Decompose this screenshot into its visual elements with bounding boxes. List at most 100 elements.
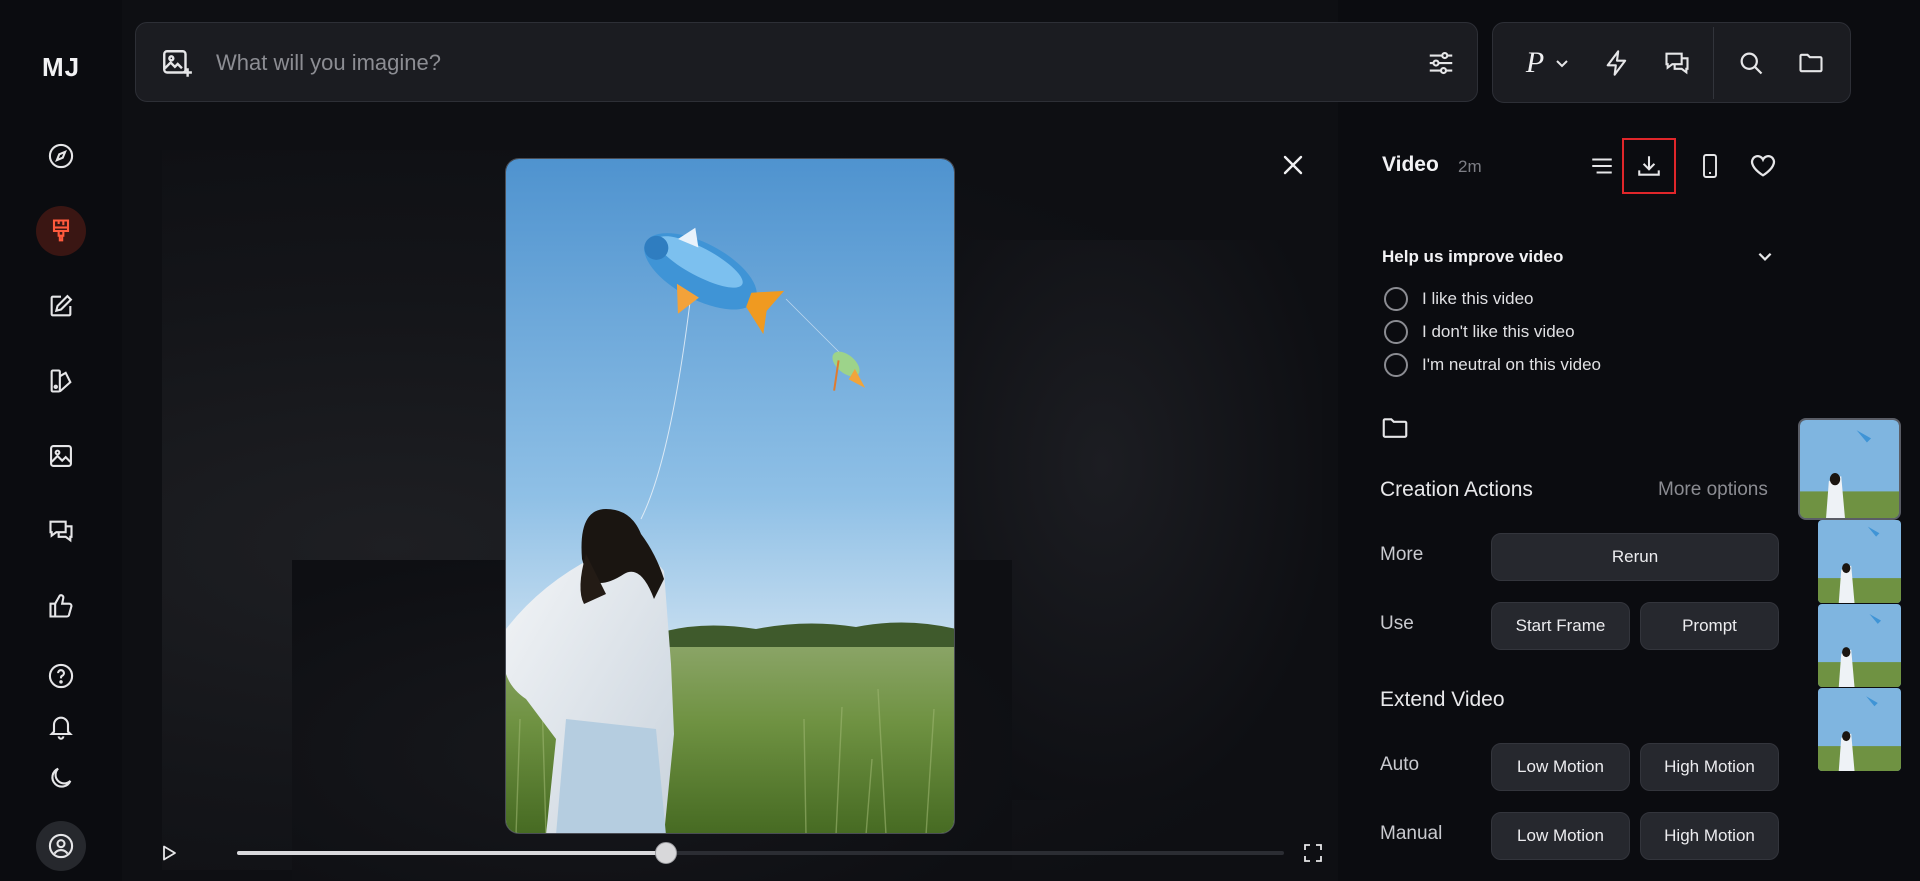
create-nav-button[interactable] [36, 206, 86, 256]
video-progress-fill [237, 851, 667, 855]
prompt-details-button[interactable] [1582, 146, 1622, 186]
fullscreen-button[interactable] [1296, 836, 1330, 870]
chevron-down-icon [1758, 252, 1772, 261]
manual-row-label: Manual [1380, 823, 1443, 844]
folder-icon[interactable] [1380, 413, 1410, 443]
like-button[interactable] [1743, 146, 1783, 186]
lines-icon [1592, 158, 1612, 174]
pencil-edit-icon [50, 294, 73, 317]
feedback-title: Help us improve video [1382, 247, 1564, 266]
use-row-label: Use [1380, 613, 1414, 634]
settings-button[interactable] [1423, 45, 1459, 81]
feedback-option-label: I like this video [1422, 289, 1534, 308]
download-button[interactable] [1622, 138, 1676, 194]
feedback-option-label: I'm neutral on this video [1422, 355, 1602, 374]
extend-video-title: Extend Video [1380, 688, 1505, 711]
thumbnail-image [1818, 688, 1901, 771]
chat-mode-button[interactable] [1657, 43, 1697, 83]
play-button[interactable] [152, 836, 186, 870]
tools-bar: P [1492, 22, 1851, 103]
help-nav-button[interactable] [41, 656, 81, 696]
palette-book-icon [50, 369, 72, 393]
feedback-collapse-button[interactable] [1752, 243, 1778, 269]
video-viewer [122, 0, 1338, 881]
chat-nav-button[interactable] [41, 511, 81, 551]
search-button[interactable] [1731, 43, 1771, 83]
video-progress-track[interactable] [237, 842, 1284, 864]
account-button[interactable] [36, 821, 86, 871]
folders-button[interactable] [1791, 43, 1831, 83]
add-image-icon[interactable] [160, 47, 194, 81]
manual-high-motion-button[interactable]: High Motion [1640, 812, 1779, 860]
feedback-option-neutral[interactable]: I'm neutral on this video [1384, 351, 1601, 379]
speed-button[interactable] [1597, 43, 1637, 83]
user-circle-icon [48, 833, 74, 859]
thumbs-up-icon [49, 594, 73, 618]
logo[interactable]: MJ [0, 52, 122, 83]
personalize-label: P [1525, 46, 1545, 79]
thumbnail-3[interactable] [1818, 604, 1901, 687]
radio-button[interactable] [1384, 353, 1408, 377]
toolbar-divider [1713, 27, 1714, 99]
folder-icon [1799, 53, 1823, 73]
download-icon [1638, 156, 1660, 176]
feedback-option-like[interactable]: I like this video [1384, 285, 1534, 313]
prompt-button[interactable]: Prompt [1640, 602, 1779, 650]
edit-nav-button[interactable] [41, 286, 81, 326]
more-options-link[interactable]: More options [1658, 479, 1818, 501]
feedback-option-label: I don't like this video [1422, 322, 1575, 341]
manual-low-motion-button[interactable]: Low Motion [1491, 812, 1630, 860]
rerun-button[interactable]: Rerun [1491, 533, 1779, 581]
radio-button[interactable] [1384, 287, 1408, 311]
auto-low-motion-button[interactable]: Low Motion [1491, 743, 1630, 791]
start-frame-button[interactable]: Start Frame [1491, 602, 1630, 650]
moon-icon [51, 767, 72, 788]
thumbnail-4[interactable] [1818, 688, 1901, 771]
phone-icon [1703, 154, 1717, 178]
close-viewer-button[interactable] [1278, 150, 1308, 180]
sidebar: MJ [0, 0, 122, 881]
auto-high-motion-button[interactable]: High Motion [1640, 743, 1779, 791]
explore-nav-button[interactable] [41, 136, 81, 176]
video-frame[interactable] [505, 158, 955, 834]
tasks-nav-button[interactable] [41, 586, 81, 626]
thumbnail-image [1818, 520, 1901, 603]
chat-bubbles-icon [49, 520, 73, 543]
prompt-input[interactable] [216, 41, 1316, 85]
video-frame-image [506, 159, 954, 833]
radio-button[interactable] [1384, 320, 1408, 344]
sliders-icon [1429, 51, 1453, 75]
aspect-ratio-button[interactable] [1690, 146, 1730, 186]
image-icon [50, 445, 72, 467]
personalize-nav-button[interactable] [41, 361, 81, 401]
theme-toggle-button[interactable] [41, 758, 81, 798]
panel-age: 2m [1458, 157, 1482, 176]
video-player-controls [152, 836, 1322, 870]
compass-icon [48, 143, 74, 169]
paintbrush-icon [52, 219, 70, 242]
creation-actions-title: Creation Actions [1380, 478, 1533, 501]
thumbnail-image [1818, 604, 1901, 687]
thumbnail-1[interactable] [1798, 418, 1901, 520]
thumbnail-2[interactable] [1818, 520, 1901, 603]
close-icon [1283, 155, 1303, 175]
lightning-icon [1606, 50, 1627, 76]
heart-icon [1750, 155, 1776, 177]
video-progress-handle[interactable] [655, 842, 678, 864]
prompt-bar [135, 22, 1478, 102]
thumbnail-image [1800, 420, 1899, 518]
auto-row-label: Auto [1380, 754, 1420, 775]
details-panel: Video 2m Help us improve video I like th… [1338, 120, 1788, 881]
organize-nav-button[interactable] [41, 436, 81, 476]
fullscreen-icon [1304, 844, 1322, 862]
bell-icon [49, 716, 73, 740]
search-icon [1740, 52, 1763, 75]
personalize-dropdown[interactable]: P [1515, 43, 1581, 83]
chat-bubbles-icon [1665, 52, 1689, 75]
updates-nav-button[interactable] [41, 707, 81, 747]
question-icon [48, 663, 74, 689]
chevron-down-icon [1556, 60, 1568, 68]
feedback-option-dislike[interactable]: I don't like this video [1384, 318, 1575, 346]
panel-title: Video [1382, 153, 1439, 176]
more-row-label: More [1380, 544, 1424, 565]
